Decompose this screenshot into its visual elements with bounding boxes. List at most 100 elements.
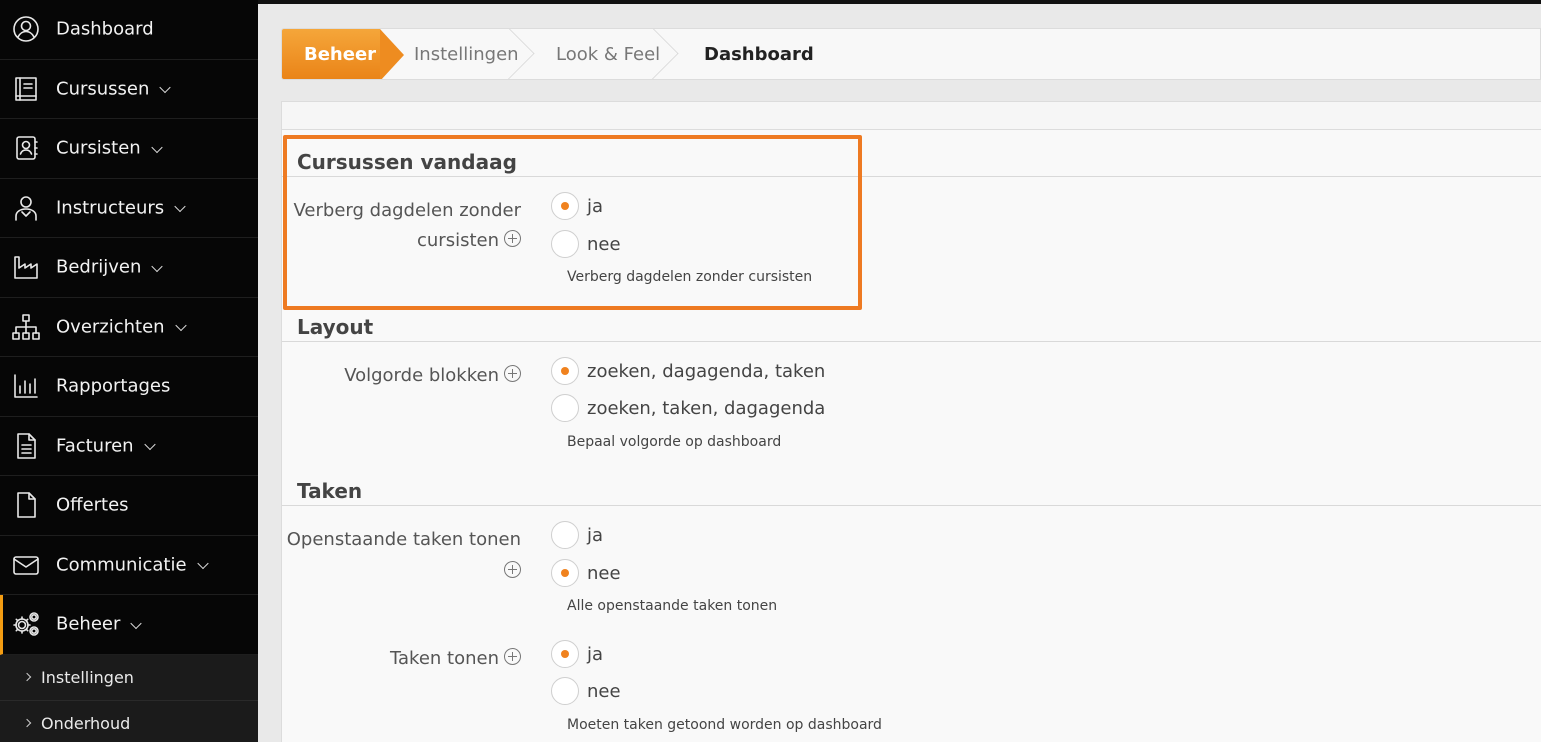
section-title-cursussen-vandaag: Cursussen vandaag bbox=[297, 150, 517, 174]
sidebar-item-label: Communicatie bbox=[56, 554, 187, 576]
radio-option-nee[interactable]: nee bbox=[551, 230, 621, 258]
sidebar-item-cursisten[interactable]: Cursisten bbox=[0, 119, 258, 179]
sidebar-item-label: Rapportages bbox=[56, 375, 171, 397]
chevron-right-icon bbox=[22, 672, 32, 682]
sidebar-item-offertes[interactable]: Offertes bbox=[0, 476, 258, 536]
sidebar-item-instructeurs[interactable]: Instructeurs bbox=[0, 179, 258, 238]
radio-option-nee[interactable]: nee bbox=[551, 677, 621, 705]
radio-label: nee bbox=[587, 562, 621, 584]
radio-label: zoeken, taken, dagagenda bbox=[587, 397, 826, 419]
sidebar-item-label: Beheer bbox=[56, 613, 121, 635]
field-label-line: Verberg dagdelen zonder bbox=[293, 200, 521, 221]
envelope-icon bbox=[10, 549, 42, 581]
expand-info-icon[interactable] bbox=[504, 561, 521, 578]
sidebar-subitem-onderhoud[interactable]: Onderhoud bbox=[0, 700, 258, 742]
contact-book-icon bbox=[10, 132, 42, 164]
section-title-layout: Layout bbox=[297, 315, 374, 339]
chevron-down-icon bbox=[151, 260, 164, 272]
radio-option-zoeken-dagagenda-taken[interactable]: zoeken, dagagenda, taken bbox=[551, 357, 825, 385]
chevron-down-icon bbox=[159, 82, 172, 94]
radio-label: ja bbox=[587, 643, 604, 665]
section-divider bbox=[282, 176, 1541, 177]
field-label-verberg-dagdelen: Verberg dagdelen zonder cursisten bbox=[294, 196, 521, 256]
sidebar-item-label: Offertes bbox=[56, 494, 129, 516]
field-label-volgorde-blokken: Volgorde blokken bbox=[344, 361, 521, 391]
factory-icon bbox=[10, 251, 42, 283]
breadcrumb: Beheer Instellingen Look & Feel Dashboar… bbox=[281, 28, 1541, 80]
expand-info-icon[interactable] bbox=[504, 230, 521, 247]
radio-button[interactable] bbox=[551, 677, 579, 705]
field-label-openstaande-taken: Openstaande taken tonen bbox=[286, 529, 521, 550]
sidebar-item-facturen[interactable]: Facturen bbox=[0, 417, 258, 476]
radio-label: ja bbox=[587, 195, 604, 217]
sidebar-item-label: Cursussen bbox=[56, 78, 150, 100]
radio-label: ja bbox=[587, 524, 604, 546]
sidebar-item-label: Dashboard bbox=[56, 18, 154, 40]
sidebar-item-label: Cursisten bbox=[56, 137, 141, 159]
sidebar-item-label: Instructeurs bbox=[56, 197, 165, 219]
radio-button[interactable] bbox=[551, 192, 579, 220]
sidebar: Dashboard Cursussen Cursisten Instructeu… bbox=[0, 0, 258, 742]
radio-option-ja[interactable]: ja bbox=[551, 640, 603, 668]
sidebar-item-dashboard[interactable]: Dashboard bbox=[0, 0, 258, 60]
field-label-line: Taken tonen bbox=[390, 648, 499, 669]
help-text: Moeten taken getoond worden op dashboard bbox=[567, 717, 882, 733]
radio-option-ja[interactable]: ja bbox=[551, 192, 603, 220]
chevron-down-icon bbox=[151, 141, 163, 153]
sitemap-icon bbox=[10, 311, 42, 343]
radio-label: nee bbox=[587, 233, 621, 255]
sidebar-subitem-label: Onderhoud bbox=[41, 713, 131, 733]
document-lines-icon bbox=[10, 430, 42, 462]
radio-button[interactable] bbox=[551, 357, 579, 385]
instructor-icon bbox=[10, 192, 42, 224]
sidebar-item-cursussen[interactable]: Cursussen bbox=[0, 60, 258, 119]
help-text: Alle openstaande taken tonen bbox=[567, 598, 778, 614]
sidebar-item-label: Overzichten bbox=[56, 316, 165, 338]
radio-button[interactable] bbox=[551, 394, 579, 422]
top-bar bbox=[258, 0, 1541, 4]
book-icon bbox=[10, 73, 42, 105]
sidebar-item-rapportages[interactable]: Rapportages bbox=[0, 357, 258, 417]
field-label-line: Volgorde blokken bbox=[344, 365, 499, 386]
chevron-down-icon bbox=[174, 201, 186, 213]
radio-button[interactable] bbox=[551, 640, 579, 668]
chevron-down-icon bbox=[196, 558, 209, 570]
sidebar-item-beheer[interactable]: Beheer bbox=[0, 595, 258, 655]
sidebar-item-label: Facturen bbox=[56, 435, 134, 457]
expand-info-icon[interactable] bbox=[504, 648, 521, 665]
sidebar-item-communicatie[interactable]: Communicatie bbox=[0, 536, 258, 595]
radio-label: nee bbox=[587, 680, 621, 702]
document-icon bbox=[10, 489, 42, 521]
radio-button[interactable] bbox=[551, 230, 579, 258]
sidebar-item-bedrijven[interactable]: Bedrijven bbox=[0, 238, 258, 298]
gears-icon bbox=[10, 608, 42, 640]
bar-chart-icon bbox=[10, 370, 42, 402]
field-label-taken-tonen: Taken tonen bbox=[390, 644, 521, 674]
radio-label: zoeken, dagagenda, taken bbox=[587, 360, 826, 382]
chevron-down-icon bbox=[143, 439, 156, 451]
settings-panel: Cursussen vandaag Verberg dagdelen zonde… bbox=[281, 101, 1541, 742]
sidebar-item-overzichten[interactable]: Overzichten bbox=[0, 298, 258, 357]
radio-button[interactable] bbox=[551, 521, 579, 549]
section-divider bbox=[282, 505, 1541, 506]
panel-header-strip bbox=[282, 102, 1541, 130]
chevron-down-icon bbox=[174, 320, 187, 332]
expand-info-icon[interactable] bbox=[504, 365, 521, 382]
radio-option-nee[interactable]: nee bbox=[551, 559, 621, 587]
field-label-line: cursisten bbox=[416, 230, 499, 251]
radio-option-zoeken-taken-dagagenda[interactable]: zoeken, taken, dagagenda bbox=[551, 394, 825, 422]
chevron-right-icon bbox=[22, 718, 32, 728]
breadcrumb-home[interactable]: Beheer bbox=[282, 29, 404, 79]
radio-button[interactable] bbox=[551, 559, 579, 587]
breadcrumb-item-dashboard: Dashboard bbox=[704, 43, 814, 65]
help-text: Bepaal volgorde op dashboard bbox=[567, 434, 782, 450]
sidebar-subitem-label: Instellingen bbox=[41, 667, 134, 687]
help-text: Verberg dagdelen zonder cursisten bbox=[567, 269, 813, 285]
chevron-down-icon bbox=[130, 617, 143, 629]
radio-option-ja[interactable]: ja bbox=[551, 521, 603, 549]
section-title-taken: Taken bbox=[297, 479, 363, 503]
user-circle-icon bbox=[10, 13, 42, 45]
breadcrumb-item-look-and-feel[interactable]: Look & Feel bbox=[520, 29, 664, 79]
section-divider bbox=[282, 341, 1541, 342]
sidebar-subitem-instellingen[interactable]: Instellingen bbox=[0, 654, 258, 701]
